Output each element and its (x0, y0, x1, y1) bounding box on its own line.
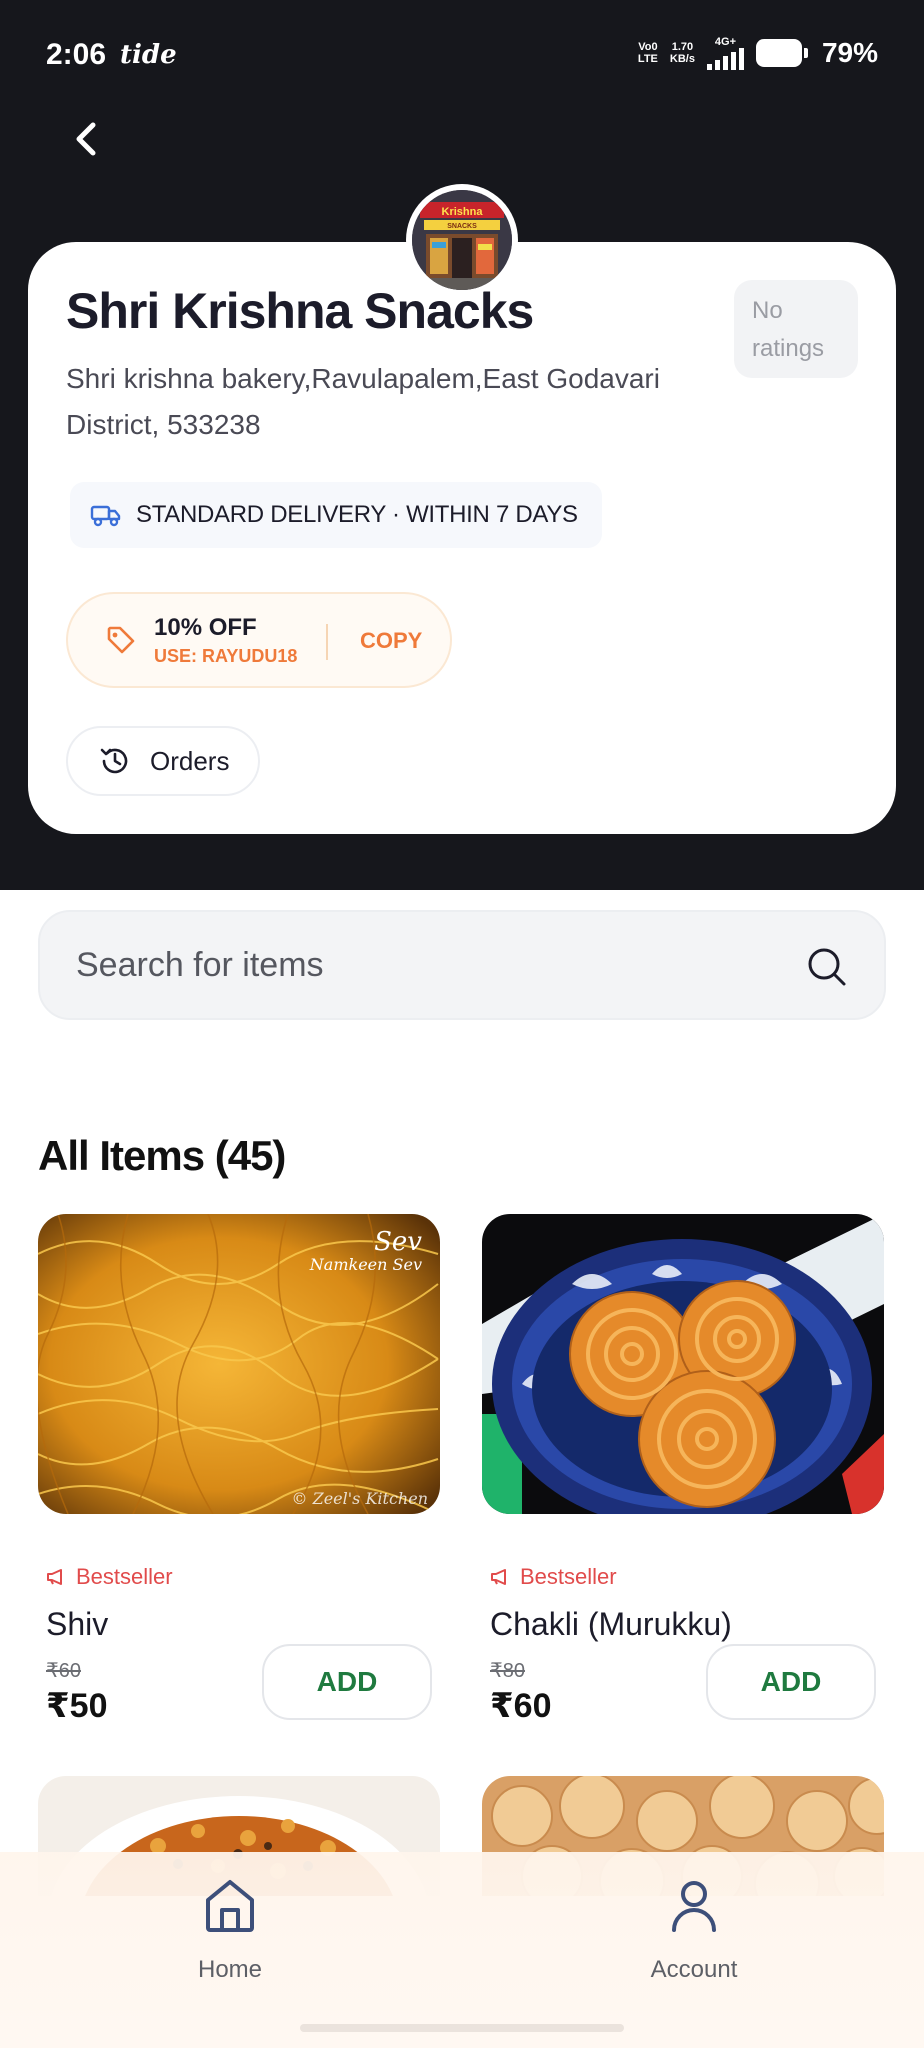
bestseller-label: Bestseller (520, 1564, 617, 1589)
product-name: Chakli (Murukku) (490, 1606, 732, 1642)
bestseller-label: Bestseller (76, 1564, 173, 1589)
coupon-title: 10% OFF (154, 613, 257, 641)
status-indicators: Vo0 LTE 1.70 KB/s 4G+ 79% (638, 36, 878, 70)
product-mrp: ₹60 (46, 1660, 81, 1682)
product-image: Sev Namkeen Sev © Zeel's Kitchen (38, 1214, 440, 1514)
coupon-card[interactable]: 10% OFF USE: RAYUDU18 COPY (66, 592, 452, 688)
orders-button[interactable]: Orders (66, 726, 260, 796)
chevron-left-icon (76, 122, 96, 156)
home-icon (206, 1880, 254, 1932)
coupon-code: USE: RAYUDU18 (154, 645, 298, 666)
image-subcaption: Namkeen Sev (309, 1255, 422, 1274)
nav-home-label: Home (197, 1956, 263, 1983)
search-placeholder: Search for items (76, 946, 324, 984)
delivery-text: STANDARD DELIVERY · WITHIN 7 DAYS (136, 501, 578, 528)
coupon-divider (326, 624, 328, 660)
search-input[interactable]: Search for items (38, 910, 886, 1020)
store-logo: Krishna SNACKS (406, 184, 518, 296)
bestseller-badge: Bestseller (490, 1564, 617, 1590)
copy-coupon-button[interactable]: COPY (360, 628, 422, 654)
product-price: ₹60 (490, 1687, 552, 1725)
product-image (482, 1214, 884, 1514)
store-address: Shri krishna bakery,Ravulapalem,East God… (66, 363, 660, 440)
all-items-heading: All Items (45) (38, 1132, 286, 1179)
product-card[interactable]: Sev Namkeen Sev © Zeel's Kitchen Bestsel… (38, 1214, 440, 1725)
bestseller-badge: Bestseller (46, 1564, 173, 1590)
nav-home[interactable]: Home (130, 1878, 330, 1984)
orders-label: Orders (150, 745, 230, 776)
status-bar: 2:06 tide Vo0 LTE 1.70 KB/s 4G+ 79% (0, 0, 924, 110)
network-type: 4G+ (706, 36, 744, 70)
megaphone-icon (491, 1569, 506, 1585)
logo-sign-text: Krishna (442, 206, 484, 218)
search-icon[interactable] (806, 946, 848, 988)
nav-account[interactable]: Account (594, 1878, 794, 1984)
signal-icon (706, 48, 744, 70)
product-price: ₹50 (46, 1687, 108, 1725)
network-speed: 1.70 KB/s (669, 41, 695, 65)
network-label: Vo0 LTE (637, 41, 658, 65)
rating-badge: No ratings (734, 280, 858, 378)
store-info-card: Shri Krishna Snacks Shri krishna bakery,… (28, 242, 896, 834)
truck-icon (90, 505, 121, 527)
home-indicator[interactable] (300, 2024, 624, 2032)
battery-percent: 79% (821, 37, 878, 68)
store-logo-image: Krishna SNACKS (412, 190, 512, 290)
nav-account-label: Account (650, 1956, 738, 1983)
image-caption: Sev (374, 1227, 422, 1257)
battery-icon (755, 39, 808, 67)
product-name: Shiv (46, 1606, 109, 1642)
image-watermark: © Zeel's Kitchen (292, 1489, 429, 1508)
delivery-info: STANDARD DELIVERY · WITHIN 7 DAYS (70, 482, 602, 548)
history-icon (100, 748, 128, 774)
status-app-indicator: tide (120, 40, 177, 70)
add-to-cart-button[interactable]: ADD (262, 1644, 432, 1720)
logo-sub-text: SNACKS (447, 223, 477, 230)
status-time: 2:06 (46, 38, 107, 71)
add-to-cart-button[interactable]: ADD (706, 1644, 876, 1720)
back-button[interactable] (62, 112, 110, 166)
bottom-navigation: Home Account (0, 1852, 924, 2048)
tag-icon (107, 626, 135, 654)
megaphone-icon (47, 1569, 62, 1585)
product-card[interactable]: Bestseller Chakli (Murukku) ₹80 ₹60 ADD (482, 1214, 884, 1725)
product-mrp: ₹80 (490, 1660, 525, 1682)
person-icon (672, 1881, 716, 1932)
